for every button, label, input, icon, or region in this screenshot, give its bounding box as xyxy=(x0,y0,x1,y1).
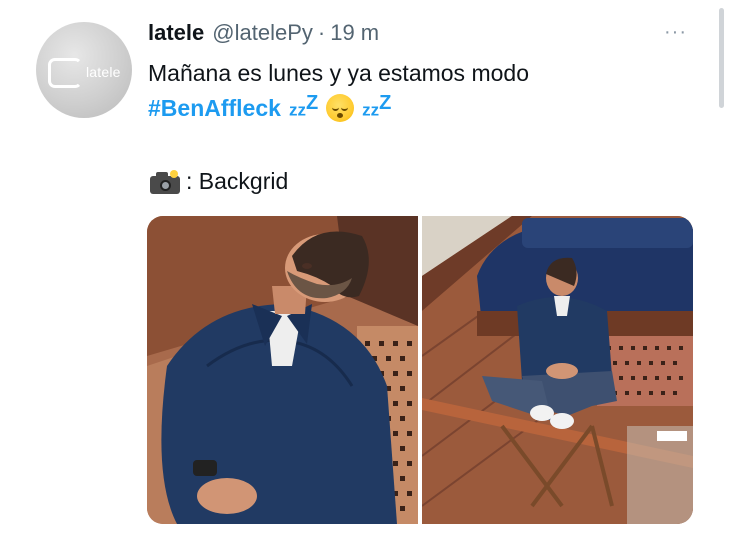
header-separator: · xyxy=(317,20,326,45)
zzz-right-sup: Z xyxy=(379,92,392,114)
tweet-header: latele @latelePy · 19 m xyxy=(148,20,379,50)
zzz-left-text: zz xyxy=(288,100,306,120)
tweet-card[interactable]: latele latele @latelePy · 19 m ··· Mañan… xyxy=(0,0,730,539)
photo-credit: : Backgrid xyxy=(148,168,288,195)
sleeping-face-icon xyxy=(326,94,355,123)
tweet-timestamp[interactable]: 19 m xyxy=(330,20,379,46)
zzz-left-sup: Z xyxy=(305,92,319,114)
tweet-text-line1: Mañana es lunes y ya estamos modo xyxy=(148,60,529,86)
credit-text: : Backgrid xyxy=(186,168,289,194)
tweet-text-line2: #BenAffleck zzZ zzZ xyxy=(148,92,391,123)
user-handle[interactable]: @latelePy xyxy=(212,20,313,46)
zzz-right-text: zz xyxy=(362,100,380,120)
zzz-left-icon: zzZ xyxy=(289,92,318,121)
display-name[interactable]: latele xyxy=(148,20,204,46)
camera-flash-icon xyxy=(148,169,182,194)
photo-boat[interactable] xyxy=(422,216,693,524)
photo-closeup[interactable] xyxy=(147,216,418,524)
scrollbar[interactable] xyxy=(719,8,724,108)
zzz-right-icon: zzZ xyxy=(362,92,391,121)
latele-logo-icon xyxy=(48,58,82,88)
more-options-icon[interactable]: ··· xyxy=(664,22,687,42)
avatar-logo-text: latele xyxy=(86,64,121,80)
avatar[interactable]: latele xyxy=(36,22,132,118)
hashtag-link[interactable]: #BenAffleck xyxy=(148,95,281,122)
media-grid xyxy=(147,216,693,524)
